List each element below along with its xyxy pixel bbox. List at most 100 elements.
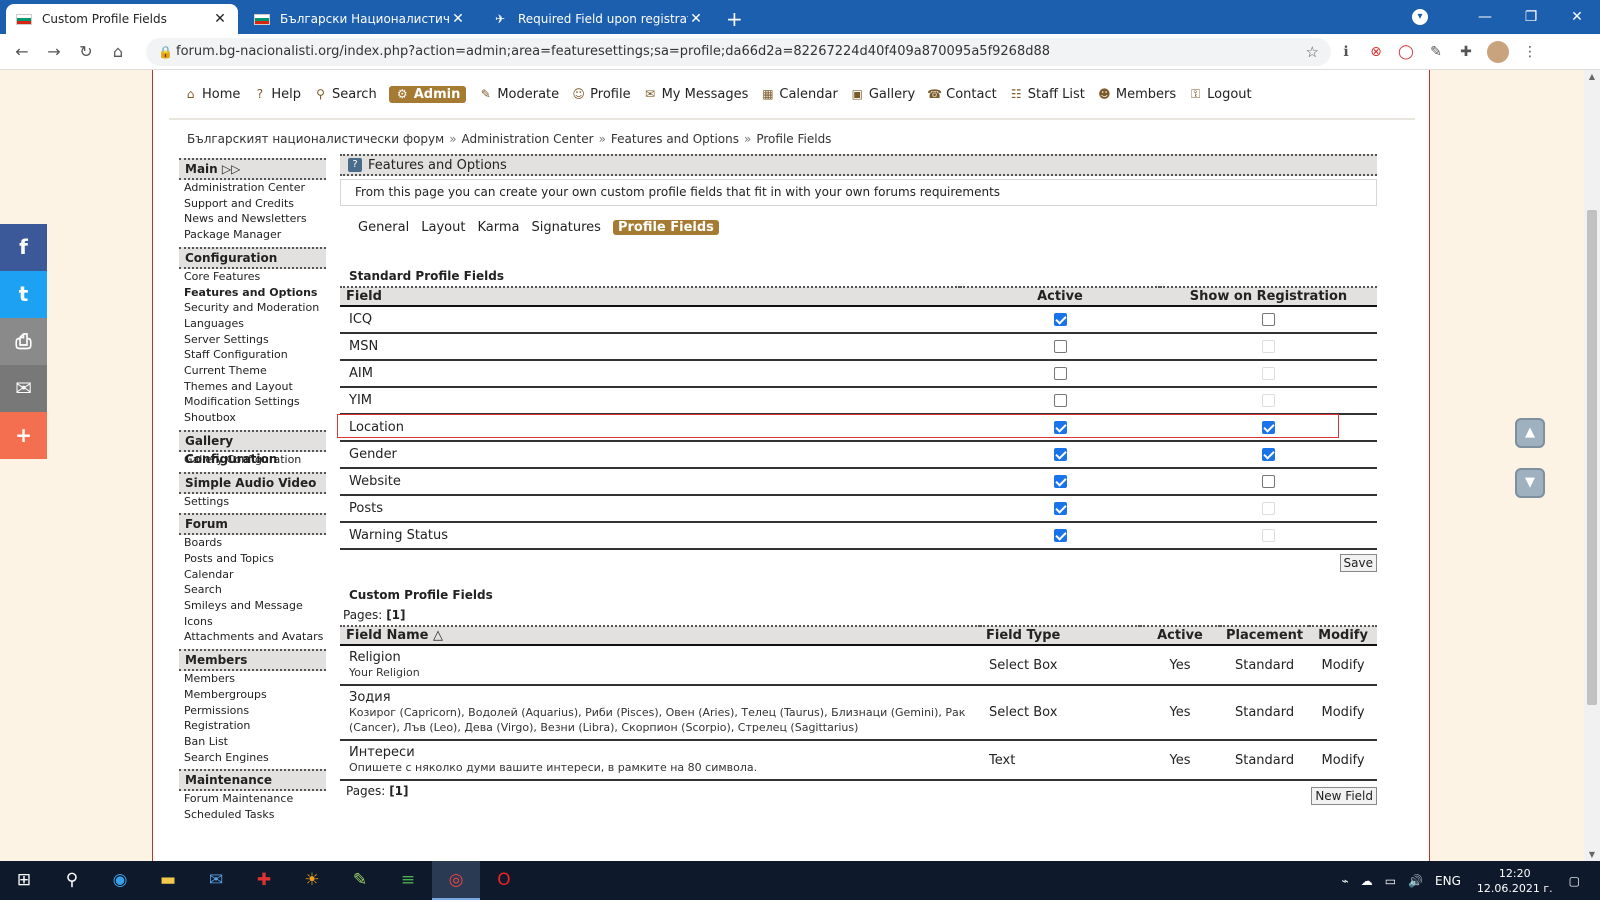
- sidebar-item[interactable]: Icons: [179, 614, 326, 630]
- browser-menu-icon[interactable]: ⋮: [1515, 44, 1545, 60]
- sidebar-item[interactable]: Membergroups: [179, 687, 326, 703]
- sidebar-item[interactable]: Members: [179, 671, 326, 687]
- mail-icon[interactable]: ✉: [192, 861, 240, 900]
- modify-link[interactable]: Modify: [1309, 685, 1377, 741]
- uk-flag-icon[interactable]: ✚: [240, 861, 288, 900]
- pages-link[interactable]: [1]: [386, 608, 405, 622]
- sidebar-item[interactable]: Smileys and Message: [179, 598, 326, 614]
- sidebar-item[interactable]: Settings: [179, 494, 326, 510]
- file-explorer-icon[interactable]: ▬: [144, 861, 192, 900]
- active-checkbox[interactable]: [1053, 340, 1067, 353]
- sidebar-item[interactable]: Administration Center: [179, 180, 326, 196]
- browser-tab-2[interactable]: Български Националистически ✕: [244, 4, 476, 34]
- scrollbar-thumb[interactable]: [1587, 210, 1597, 705]
- scroll-to-bottom-button[interactable]: ▼: [1515, 468, 1545, 498]
- sidebar-item[interactable]: Shoutbox: [179, 410, 326, 426]
- sidebar-item[interactable]: Calendar: [179, 567, 326, 583]
- menu-help[interactable]: ? Help: [252, 87, 301, 102]
- active-checkbox[interactable]: [1053, 367, 1067, 380]
- sidebar-item[interactable]: Permissions: [179, 703, 326, 719]
- close-tab-icon[interactable]: ✕: [688, 11, 704, 27]
- menu-home[interactable]: ⌂ Home: [183, 87, 241, 102]
- breadcrumb-link[interactable]: Features and Options: [611, 132, 739, 146]
- browser-tab-3[interactable]: ✈ Required Field upon registration ✕: [482, 4, 714, 34]
- active-checkbox[interactable]: [1053, 529, 1067, 542]
- notepad-icon[interactable]: ✎: [336, 861, 384, 900]
- sidebar-item[interactable]: Current Theme: [179, 363, 326, 379]
- menu-my-messages[interactable]: ✉ My Messages: [643, 87, 748, 102]
- sidebar-item[interactable]: Forum Maintenance: [179, 791, 326, 807]
- profile-avatar[interactable]: [1487, 40, 1509, 63]
- sidebar-item[interactable]: Boards: [179, 535, 326, 551]
- sidebar-section-header[interactable]: Main ▷▷: [179, 158, 326, 180]
- home-icon[interactable]: ⌂: [102, 36, 134, 68]
- sidebar-section-header[interactable]: Members: [179, 649, 326, 672]
- active-checkbox[interactable]: [1053, 421, 1067, 434]
- show-on-registration-checkbox[interactable]: [1262, 448, 1275, 461]
- language-indicator[interactable]: ENG: [1435, 874, 1461, 888]
- windows-start-icon[interactable]: ⊞: [0, 861, 48, 900]
- new-tab-button[interactable]: +: [726, 4, 743, 34]
- active-checkbox[interactable]: [1053, 448, 1067, 461]
- close-window-button[interactable]: ✕: [1554, 0, 1600, 34]
- cloud-icon[interactable]: ☁: [1361, 874, 1373, 888]
- scroll-down-arrow-icon[interactable]: ▼: [1584, 850, 1600, 859]
- extension-pen-icon[interactable]: ✎: [1421, 44, 1451, 60]
- show-on-registration-checkbox[interactable]: [1262, 421, 1275, 434]
- page-scrollbar[interactable]: ▲ ▼: [1584, 70, 1600, 861]
- breadcrumb-link[interactable]: Administration Center: [462, 132, 594, 146]
- sidebar-item[interactable]: Registration: [179, 718, 326, 734]
- extensions-puzzle-icon[interactable]: ✚: [1451, 44, 1481, 60]
- menu-gallery[interactable]: ▣ Gallery: [850, 87, 915, 102]
- tab-karma[interactable]: Karma: [477, 220, 519, 235]
- active-checkbox[interactable]: [1053, 502, 1067, 515]
- sidebar-item[interactable]: Support and Credits: [179, 196, 326, 212]
- extension-info-icon[interactable]: ℹ: [1331, 44, 1361, 60]
- bookmark-star-icon[interactable]: ☆: [1306, 43, 1319, 61]
- tab-search-icon[interactable]: ▾: [1412, 9, 1428, 25]
- sidebar-section-header[interactable]: Simple Audio Video: [179, 471, 326, 494]
- active-checkbox[interactable]: [1053, 313, 1067, 326]
- clock[interactable]: 12:20 12.06.2021 г.: [1477, 866, 1553, 896]
- menu-search[interactable]: ⚲ Search: [313, 87, 377, 102]
- scroll-to-top-button[interactable]: ▲: [1515, 418, 1545, 448]
- sidebar-item[interactable]: Features and Options: [179, 285, 326, 301]
- menu-contact[interactable]: ☎ Contact: [927, 87, 997, 102]
- menu-staff-list[interactable]: ☷ Staff List: [1009, 87, 1085, 102]
- sidebar-item[interactable]: Server Settings: [179, 332, 326, 348]
- stacked-books-icon[interactable]: ≡: [384, 861, 432, 900]
- sidebar-item[interactable]: Security and Moderation: [179, 300, 326, 316]
- lock-icon[interactable]: 🔒: [158, 45, 176, 59]
- sidebar-item[interactable]: News and Newsletters: [179, 211, 326, 227]
- chrome-icon[interactable]: ◎: [432, 861, 480, 900]
- back-icon[interactable]: ←: [6, 36, 38, 68]
- browser-tab-1[interactable]: Custom Profile Fields ✕: [6, 4, 238, 34]
- forward-icon[interactable]: →: [38, 36, 70, 68]
- sidebar-item[interactable]: Core Features: [179, 269, 326, 285]
- column-header-sortable[interactable]: Field Name △: [340, 625, 980, 646]
- modify-link[interactable]: Modify: [1309, 740, 1377, 781]
- volume-icon[interactable]: 🔊: [1408, 874, 1423, 888]
- sidebar-section-header[interactable]: Forum: [179, 513, 326, 536]
- tab-layout[interactable]: Layout: [421, 220, 465, 235]
- notifications-icon[interactable]: ▢: [1569, 874, 1580, 888]
- close-tab-icon[interactable]: ✕: [212, 11, 228, 27]
- breadcrumb-link[interactable]: Българският националистически форум: [187, 132, 444, 146]
- menu-admin[interactable]: ⚙ Admin: [388, 85, 467, 103]
- tab-general[interactable]: General: [358, 220, 409, 235]
- menu-profile[interactable]: ☺ Profile: [571, 87, 630, 102]
- sidebar-item[interactable]: Scheduled Tasks: [179, 807, 326, 823]
- save-button[interactable]: Save: [1339, 554, 1377, 572]
- extension-block-icon[interactable]: ⊗: [1361, 44, 1391, 60]
- sidebar-item[interactable]: Package Manager: [179, 227, 326, 243]
- sidebar-item[interactable]: Search: [179, 582, 326, 598]
- app-sun-icon[interactable]: ☀: [288, 861, 336, 900]
- sidebar-section-header[interactable]: Configuration: [179, 246, 326, 269]
- close-tab-icon[interactable]: ✕: [450, 11, 466, 27]
- opera-icon[interactable]: O: [480, 861, 528, 900]
- extension-opera-icon[interactable]: ◯: [1391, 44, 1421, 60]
- show-on-registration-checkbox[interactable]: [1262, 475, 1275, 488]
- network-icon[interactable]: ▭: [1385, 874, 1396, 888]
- maximize-button[interactable]: ❐: [1508, 0, 1554, 34]
- tab-signatures[interactable]: Signatures: [531, 220, 601, 235]
